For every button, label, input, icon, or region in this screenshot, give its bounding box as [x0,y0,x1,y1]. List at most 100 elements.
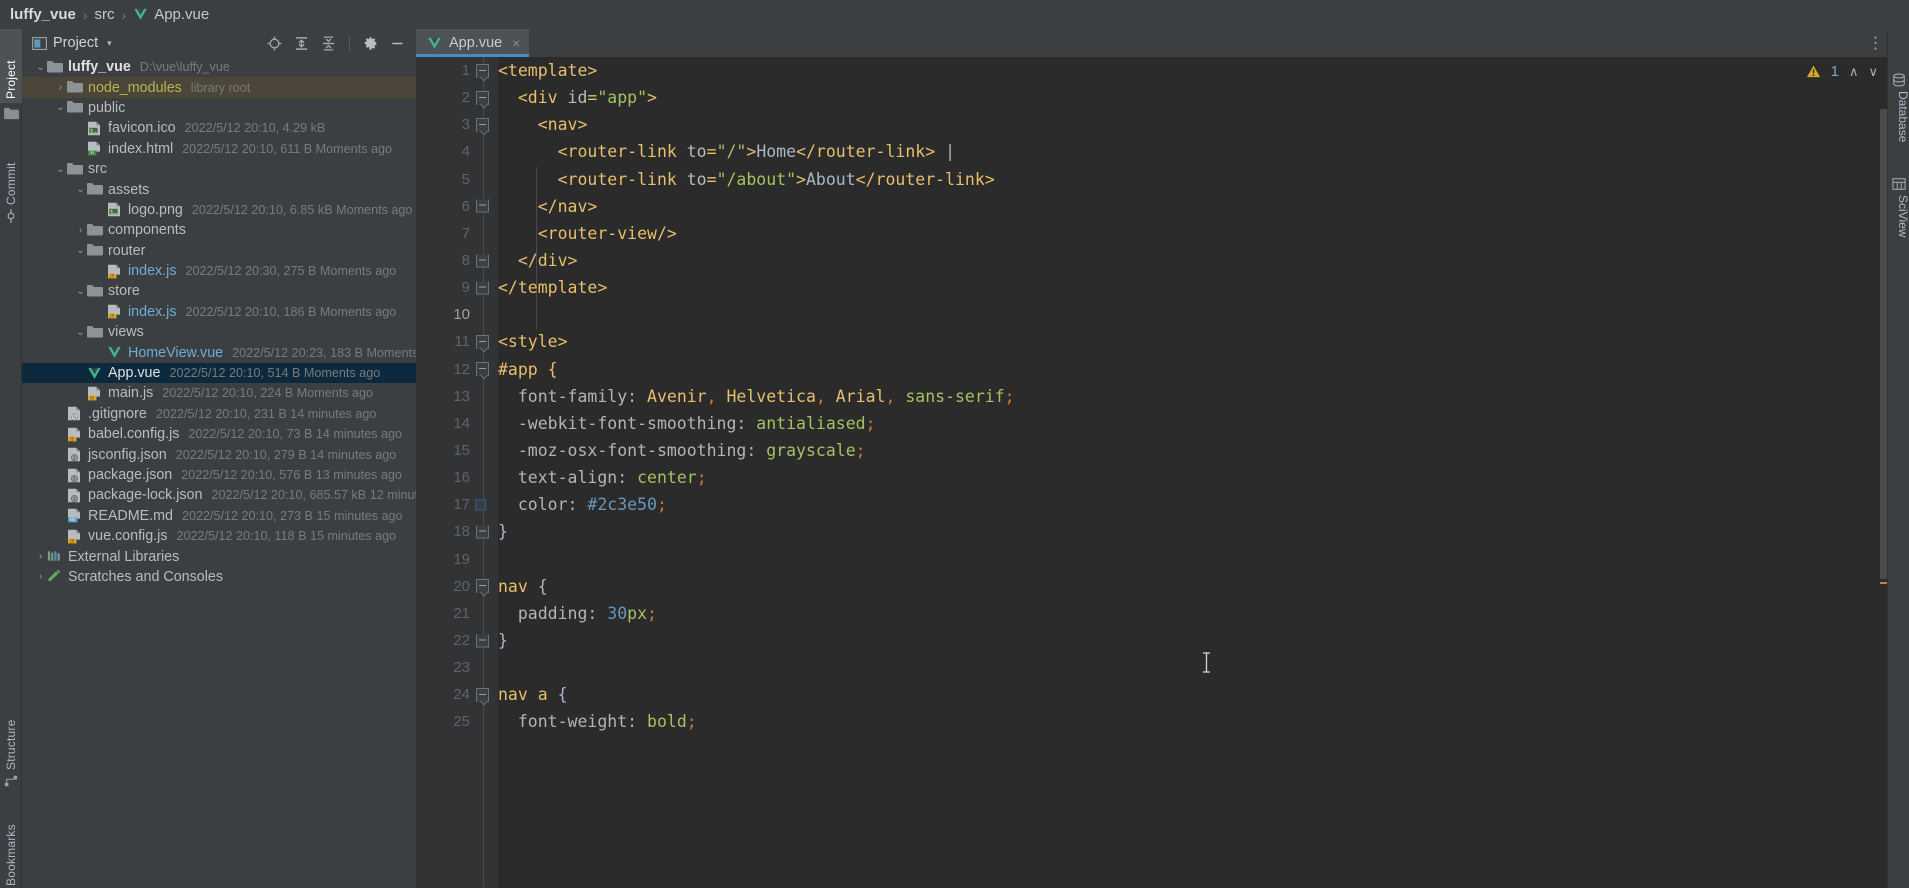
fold-end-icon[interactable] [476,281,489,295]
fold-expanded-icon[interactable] [476,90,489,105]
tree-row-src[interactable]: ⌄ src [22,159,416,179]
select-opened-file-icon[interactable] [264,33,285,54]
tree-row-index-html[interactable]: ›Hindex.html2022/5/12 20:10, 611 B Momen… [22,139,416,159]
sidebar-item-database[interactable]: Database [1888,91,1909,169]
fold-expanded-icon[interactable] [476,687,489,702]
color-swatch-icon[interactable] [475,499,486,511]
fold-end-icon[interactable] [476,254,489,268]
tree-row-node-modules[interactable]: › node_modules library root [22,77,416,98]
tree-row-logo-png[interactable]: ›logo.png2022/5/12 20:10, 6.85 kB Moment… [22,200,416,220]
tree-row-readme-md[interactable]: ›MDREADME.md2022/5/12 20:10, 273 B 15 mi… [22,506,416,526]
settings-gear-icon[interactable] [360,33,381,54]
code-line-18[interactable]: 18} [416,518,1891,545]
folder-icon [67,80,84,95]
code-line-7[interactable]: 7 <router-view/> [416,220,1891,247]
sidebar-item-project[interactable]: Project [0,29,22,103]
tree-row-favicon-ico[interactable]: ›favicon.ico2022/5/12 20:10, 4.29 kB [22,118,416,138]
code-line-13[interactable]: 13 font-family: Avenir, Helvetica, Arial… [416,383,1891,410]
code-line-4[interactable]: 4 <router-link to="/">Home</router-link>… [416,138,1891,165]
chevron-down-icon[interactable]: ⌄ [74,327,87,338]
fold-expanded-icon[interactable] [476,362,489,377]
sidebar-item-sciview[interactable]: SciView [1888,195,1909,267]
tree-row-babel-config-js[interactable]: ›JSbabel.config.js2022/5/12 20:10, 73 B … [22,424,416,444]
breadcrumb-folder[interactable]: src [95,6,115,23]
code-line-8[interactable]: 8 </div> [416,247,1891,274]
tree-row--gitignore[interactable]: ›.gitignore2022/5/12 20:10, 231 B 14 min… [22,404,416,424]
project-file-tree[interactable]: ⌄ luffy_vue D:\vue\luffy_vue › node_modules l… [22,57,416,888]
code-line-22[interactable]: 22} [416,627,1891,654]
inspection-widget[interactable]: 1 ∧ ∨ [1806,63,1878,80]
chevron-down-icon[interactable]: ∨ [1868,64,1878,80]
tree-row-index-js[interactable]: ›JSindex.js2022/5/12 20:30, 275 B Moment… [22,261,416,281]
code-line-1[interactable]: 1 <template> [416,57,1891,84]
tree-row-components[interactable]: › components [22,220,416,240]
breadcrumb-file[interactable]: App.vue [154,6,209,23]
chevron-right-icon[interactable]: › [34,571,47,582]
tree-row-homeview-vue[interactable]: ›HomeView.vue2022/5/12 20:23, 183 B Mome… [22,342,416,362]
fold-end-icon[interactable] [476,525,489,539]
code-line-20[interactable]: 20 nav { [416,573,1891,600]
code-line-15[interactable]: 15 -moz-osx-font-smoothing: grayscale; [416,437,1891,464]
code-line-25[interactable]: 25 font-weight: bold; [416,708,1891,735]
code-line-24[interactable]: 24 nav a { [416,681,1891,708]
chevron-right-icon[interactable]: › [34,551,47,562]
tree-row-app-vue[interactable]: ›App.vue2022/5/12 20:10, 514 B Moments a… [22,362,416,384]
sidebar-item-commit[interactable]: Commit [0,129,22,205]
code-line-3[interactable]: 3 <nav> [416,111,1891,138]
chevron-right-icon[interactable]: › [74,225,87,236]
chevron-down-icon[interactable]: ▾ [107,38,112,49]
code-line-11[interactable]: 11 <style> [416,328,1891,355]
tree-row-router[interactable]: ⌄ router [22,241,416,261]
chevron-down-icon[interactable]: ⌄ [74,286,87,297]
collapse-all-icon[interactable] [318,33,339,54]
fold-end-icon[interactable] [476,634,489,648]
sidebar-item-structure[interactable]: Structure [0,678,22,771]
fold-expanded-icon[interactable] [476,579,489,594]
tree-row-jsconfig-json[interactable]: ›{}jsconfig.json2022/5/12 20:10, 279 B 1… [22,444,416,464]
tree-row-views[interactable]: ⌄ views [22,322,416,342]
chevron-down-icon[interactable]: ⌄ [74,245,87,256]
code-line-5[interactable]: 5 <router-link to="/about">About</router… [416,166,1891,193]
code-line-2[interactable]: 2 <div id="app"> [416,84,1891,111]
chevron-down-icon[interactable]: ⌄ [54,102,67,113]
code-line-23[interactable]: 23 [416,654,1891,681]
tree-row-external-libraries[interactable]: › External Libraries [22,546,416,566]
tree-row-scratches-and-consoles[interactable]: › Scratches and Consoles [22,567,416,587]
tree-row-public[interactable]: ⌄ public [22,98,416,118]
code-line-21[interactable]: 21 padding: 30px; [416,600,1891,627]
close-icon[interactable]: × [512,35,520,51]
tree-row-assets[interactable]: ⌄ assets [22,179,416,199]
expand-all-icon[interactable] [291,33,312,54]
token: <router-link [498,142,687,162]
sidebar-item-bookmarks[interactable]: Bookmarks [0,796,22,886]
code-line-19[interactable]: 19 [416,546,1891,573]
tree-row-luffy-vue[interactable]: ⌄ luffy_vue D:\vue\luffy_vue [22,57,416,77]
fold-expanded-icon[interactable] [476,117,489,132]
code-line-10[interactable]: 10 [416,301,1891,328]
fold-expanded-icon[interactable] [476,334,489,349]
tree-row-package-json[interactable]: ›{}package.json2022/5/12 20:10, 576 B 13… [22,465,416,485]
fold-end-icon[interactable] [476,199,489,213]
code-line-14[interactable]: 14 -webkit-font-smoothing: antialiased; [416,410,1891,437]
tree-row-main-js[interactable]: ›JSmain.js2022/5/12 20:10, 224 B Moments… [22,383,416,403]
tree-row-index-js[interactable]: ›JSindex.js2022/5/12 20:10, 186 B Moment… [22,302,416,322]
editor-tabbar: App.vue × ⋮ [416,29,1891,57]
code-line-16[interactable]: 16 text-align: center; [416,464,1891,491]
code-line-12[interactable]: 12 #app { [416,356,1891,383]
chevron-up-icon[interactable]: ∧ [1849,64,1859,80]
chevron-right-icon[interactable]: › [54,82,67,93]
breadcrumb-project[interactable]: luffy_vue [10,6,76,23]
tree-row-store[interactable]: ⌄ store [22,281,416,301]
code-line-17[interactable]: 17 color: #2c3e50; [416,491,1891,518]
chevron-down-icon[interactable]: ⌄ [54,164,67,175]
code-canvas[interactable]: 1 <template> 2 <div id="app"> 3 <nav> 4 <rou… [416,57,1891,888]
chevron-down-icon[interactable]: ⌄ [74,184,87,195]
code-line-9[interactable]: 9 </template> [416,274,1891,301]
chevron-down-icon[interactable]: ⌄ [34,62,47,73]
tree-row-package-lock-json[interactable]: ›{}package-lock.json2022/5/12 20:10, 685… [22,485,416,505]
fold-expanded-icon[interactable] [476,63,489,78]
hide-panel-icon[interactable] [387,33,408,54]
tab-app-vue[interactable]: App.vue × [416,29,530,57]
tree-row-vue-config-js[interactable]: ›JSvue.config.js2022/5/12 20:10, 118 B 1… [22,526,416,546]
code-line-6[interactable]: 6 </nav> [416,193,1891,220]
